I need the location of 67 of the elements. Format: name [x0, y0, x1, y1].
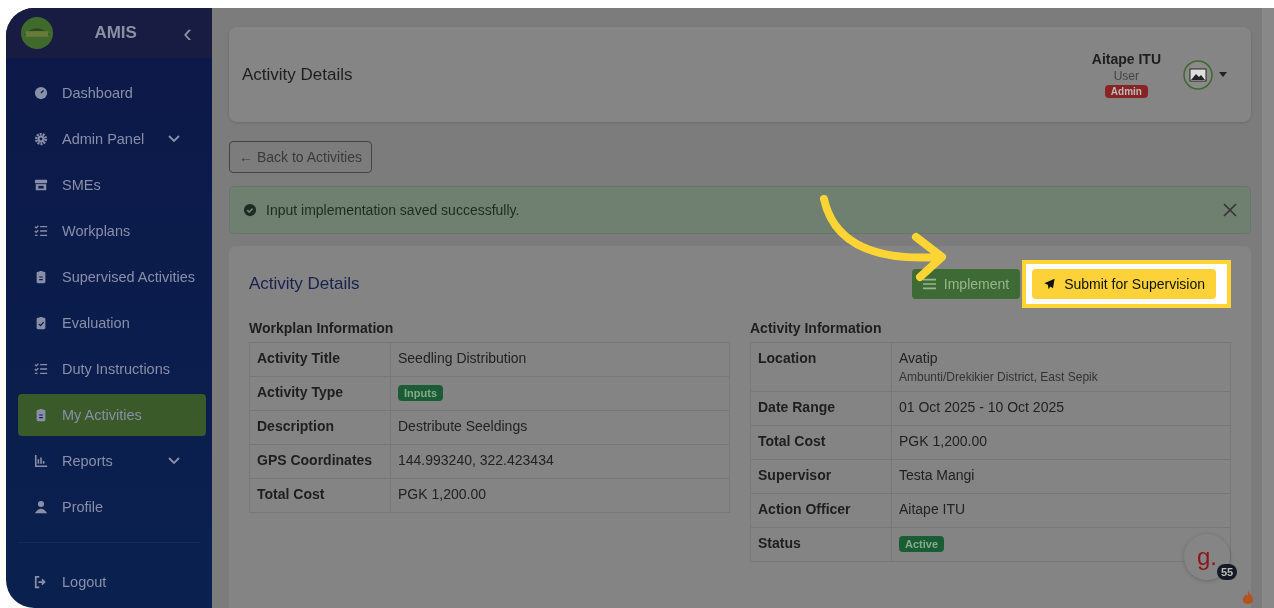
- store-icon: [34, 178, 48, 192]
- nav-item[interactable]: Supervised Activities: [18, 256, 206, 298]
- table-cell: Description: [249, 410, 391, 445]
- brand-name: AMIS: [93, 23, 138, 43]
- user-icon: [34, 500, 48, 514]
- clipboard-icon: [34, 270, 48, 284]
- table-cell: Total Cost: [249, 478, 391, 513]
- status-badge: Inputs: [398, 385, 443, 401]
- paper-plane-icon: [1043, 278, 1057, 290]
- checklist-icon: [34, 224, 48, 238]
- flame-icon: [1242, 590, 1254, 606]
- table-cell: GPS Coordinates: [249, 444, 391, 479]
- logout-icon: [34, 575, 48, 589]
- table-cell: Status: [750, 527, 892, 562]
- logo-icon: [20, 16, 54, 50]
- nav-item[interactable]: Duty Instructions: [18, 348, 206, 390]
- nav-item[interactable]: Evaluation: [18, 302, 206, 344]
- clipboard-check-icon: [34, 316, 48, 330]
- role-badge: Admin: [1104, 85, 1148, 98]
- back-button[interactable]: ← Back to Activities: [229, 141, 372, 173]
- check-circle-icon: [243, 203, 257, 217]
- table-cell: Supervisor: [750, 459, 892, 494]
- avatar-icon[interactable]: [1183, 59, 1213, 90]
- nav-item[interactable]: SMEs: [18, 164, 206, 206]
- table-cell: Activity Type: [249, 376, 391, 411]
- card-title: Activity Details: [249, 274, 360, 294]
- table-cell-text: PGK 1,200.00: [899, 433, 988, 449]
- implement-button[interactable]: Implement: [911, 269, 1021, 299]
- table-cell: Total Cost: [750, 425, 892, 460]
- logout-link[interactable]: Logout: [18, 561, 206, 603]
- user-name: Aitape ITU: [1091, 51, 1161, 67]
- nav-item[interactable]: Admin Panel: [18, 118, 206, 160]
- user-role: User: [1113, 69, 1140, 83]
- table-cell-text: Avatip: [899, 350, 939, 366]
- gear-icon: [34, 132, 48, 146]
- section-heading: Activity Information: [750, 320, 883, 336]
- close-icon[interactable]: [1223, 203, 1237, 217]
- table-cell-text: Aitape ITU: [899, 501, 967, 517]
- table-cell-text: Seedling Distribution: [398, 350, 528, 366]
- checklist-icon: [34, 362, 48, 376]
- location-detail: Ambunti/Drekikier District, East Sepik: [899, 370, 1099, 384]
- table-cell-text: Destribute Seeldings: [398, 418, 529, 434]
- page-title: Activity Details: [242, 64, 353, 85]
- nav-item[interactable]: Reports: [18, 440, 206, 482]
- chart-icon: [34, 454, 48, 468]
- gauge-icon: [34, 86, 48, 100]
- table-cell: Date Range: [750, 391, 892, 426]
- clipboard-icon: [34, 408, 48, 422]
- table-cell-text: PGK 1,200.00: [398, 486, 487, 502]
- table-cell-text: Testa Mangi: [899, 467, 976, 483]
- list-icon: [922, 278, 936, 290]
- submit-button[interactable]: Submit for Supervision: [1032, 269, 1216, 299]
- collapse-button[interactable]: ‹: [177, 20, 198, 46]
- alert-message: Input implementation saved successfully.: [266, 202, 521, 218]
- table-cell: Activity Title: [249, 342, 391, 377]
- table-cell: Location: [750, 342, 892, 392]
- status-badge: Active: [899, 536, 945, 552]
- notification-count: 55: [1217, 564, 1238, 580]
- table-cell-text: 144.993240, 322.423434: [398, 452, 555, 468]
- nav-item[interactable]: Workplans: [18, 210, 206, 252]
- scrollbar[interactable]: [1262, 8, 1274, 608]
- table-cell: Action Officer: [750, 493, 892, 528]
- caret-icon[interactable]: [1219, 72, 1227, 77]
- section-heading: Workplan Information: [249, 320, 395, 336]
- nav-item[interactable]: Profile: [18, 486, 206, 528]
- nav-item[interactable]: Dashboard: [18, 72, 206, 114]
- table-cell-text: 01 Oct 2025 - 10 Oct 2025: [899, 399, 1065, 415]
